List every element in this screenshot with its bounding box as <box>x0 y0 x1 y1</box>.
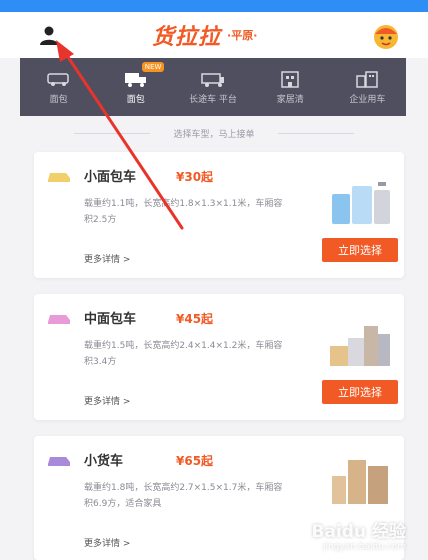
vehicle-thumb-shape <box>48 457 70 466</box>
status-bar <box>0 0 428 12</box>
truck-icon <box>124 72 146 87</box>
vehicle-description: 载重约1.1吨，长宽高约1.8×1.3×1.1米，车厢容积2.5方 <box>84 199 283 225</box>
baidu-watermark: Baidu 经验 jingyan.baidu.com <box>312 517 406 552</box>
vehicle-thumb-icon <box>48 173 70 182</box>
vehicle-price: ¥30起 <box>176 170 214 184</box>
nav-item-label: 面包 <box>49 94 68 105</box>
vehicle-card[interactable]: 小面包车 ¥30起 载重约1.1吨，长宽高约1.8×1.3×1.1米，车厢容积2… <box>34 152 404 278</box>
vehicle-name: 小面包车 <box>84 170 137 185</box>
nav-item-van[interactable]: 面包 <box>20 58 97 116</box>
van-icon <box>46 72 69 86</box>
furniture-illustration <box>332 460 388 504</box>
long-truck-icon <box>201 72 224 87</box>
vehicle-description: 载重约1.5吨，长宽高约2.4×1.4×1.2米，车厢容积3.4方 <box>84 341 283 367</box>
furniture-illustration <box>330 326 390 366</box>
vehicle-name: 中面包车 <box>84 312 137 327</box>
watermark-sub-text: jingyan.baidu.com <box>322 542 406 552</box>
logo-text: 货拉拉 <box>152 24 222 50</box>
vehicle-name: 小货车 <box>84 454 124 469</box>
divider-line-right <box>278 133 354 134</box>
building-icon <box>281 70 299 88</box>
more-details-link[interactable]: 更多详情 > <box>84 394 130 407</box>
company-icon <box>356 70 379 88</box>
select-now-button[interactable]: 立即选择 <box>322 238 398 262</box>
vehicle-thumb-shape <box>48 315 70 324</box>
section-hint: 选择车型，马上接单 <box>173 130 255 140</box>
mascot-icon[interactable] <box>368 18 404 52</box>
vehicle-card[interactable]: 中面包车 ¥45起 载重约1.5吨，长宽高约2.4×1.4×1.2米，车厢容积3… <box>34 294 404 420</box>
vehicle-type-nav: 面包 NEW 面包 长途车 平台 家居清 企业用车 <box>20 58 406 116</box>
vehicle-thumb-shape <box>48 173 70 182</box>
nav-item-label: 面包 <box>126 94 145 105</box>
nav-item-label: 家居清 <box>276 94 304 105</box>
nav-item-long-truck[interactable]: 长途车 平台 <box>174 58 251 116</box>
new-badge: NEW <box>141 62 165 72</box>
vehicle-description: 载重约1.8吨，长宽高约2.7×1.5×1.7米，车厢容积6.9方，适合家具 <box>84 483 283 509</box>
app-logo: 货拉拉 ·平原· <box>152 18 257 52</box>
more-details-link[interactable]: 更多详情 > <box>84 536 130 549</box>
select-now-button[interactable]: 立即选择 <box>322 380 398 404</box>
vehicle-thumb-icon <box>48 315 70 324</box>
more-details-link[interactable]: 更多详情 > <box>84 252 130 265</box>
city-selector[interactable]: ·平原· <box>227 27 257 43</box>
nav-item-label: 长途车 平台 <box>189 94 237 105</box>
nav-item-company[interactable]: 企业用车 <box>329 58 406 116</box>
vehicle-price: ¥45起 <box>176 312 214 326</box>
app-header: 货拉拉 ·平原· <box>0 12 428 58</box>
watermark-main-text: Baidu 经验 <box>311 522 406 542</box>
nav-item-label: 企业用车 <box>349 94 386 105</box>
user-icon[interactable] <box>38 24 60 46</box>
vehicle-price: ¥65起 <box>176 454 214 468</box>
luggage-illustration <box>332 182 390 224</box>
vehicle-thumb-icon <box>48 457 70 466</box>
nav-item-truck[interactable]: NEW 面包 <box>97 58 174 116</box>
nav-item-home-move[interactable]: 家居清 <box>252 58 329 116</box>
